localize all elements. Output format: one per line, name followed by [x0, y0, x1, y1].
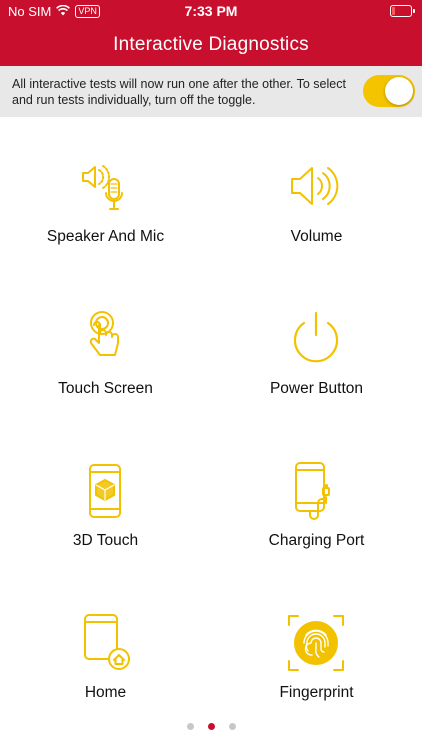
test-label: Speaker And Mic: [46, 228, 165, 245]
status-bar: No SIM VPN 7:33 PM: [0, 0, 422, 24]
test-tile-touch-screen[interactable]: Touch Screen: [0, 269, 211, 421]
test-grid: Speaker And Mic Volume Touch Screen Powe…: [0, 117, 422, 717]
status-time: 7:33 PM: [184, 3, 238, 19]
volume-icon: [286, 157, 346, 217]
test-tile-charging-port[interactable]: Charging Port: [211, 421, 422, 573]
test-label: Touch Screen: [58, 380, 153, 397]
test-label: Power Button: [269, 380, 364, 397]
test-label: 3D Touch: [72, 532, 139, 549]
page-dot-2-active[interactable]: [207, 722, 215, 730]
page-dot-1[interactable]: [186, 722, 194, 730]
test-tile-power-button[interactable]: Power Button: [211, 269, 422, 421]
test-tile-3d-touch[interactable]: 3D Touch: [0, 421, 211, 573]
nav-bar: Interactive Diagnostics: [0, 24, 422, 66]
test-tile-fingerprint[interactable]: Fingerprint: [211, 573, 422, 725]
test-tile-speaker-mic[interactable]: Speaker And Mic: [0, 117, 211, 269]
page-title: Interactive Diagnostics: [113, 34, 309, 55]
test-label: Home: [84, 684, 127, 701]
toggle-knob: [385, 77, 413, 105]
touch-screen-icon: [75, 309, 135, 369]
fingerprint-icon: [286, 613, 346, 673]
3d-touch-icon: [75, 461, 135, 521]
test-tile-home[interactable]: Home: [0, 573, 211, 725]
sequential-run-toggle[interactable]: [363, 75, 415, 107]
sequential-run-description: All interactive tests will now run one a…: [12, 76, 346, 107]
test-label: Charging Port: [268, 532, 365, 549]
test-tile-volume[interactable]: Volume: [211, 117, 422, 269]
home-button-icon: [75, 613, 135, 673]
sequential-run-banner: All interactive tests will now run one a…: [0, 66, 422, 117]
battery-low-icon: [390, 5, 415, 17]
speaker-mic-icon: [75, 157, 135, 217]
page-indicator[interactable]: [0, 720, 422, 732]
page-dot-3[interactable]: [228, 722, 236, 730]
test-label: Volume: [290, 228, 343, 245]
test-label: Fingerprint: [279, 684, 354, 701]
power-icon: [286, 309, 346, 369]
charging-port-icon: [286, 461, 346, 521]
